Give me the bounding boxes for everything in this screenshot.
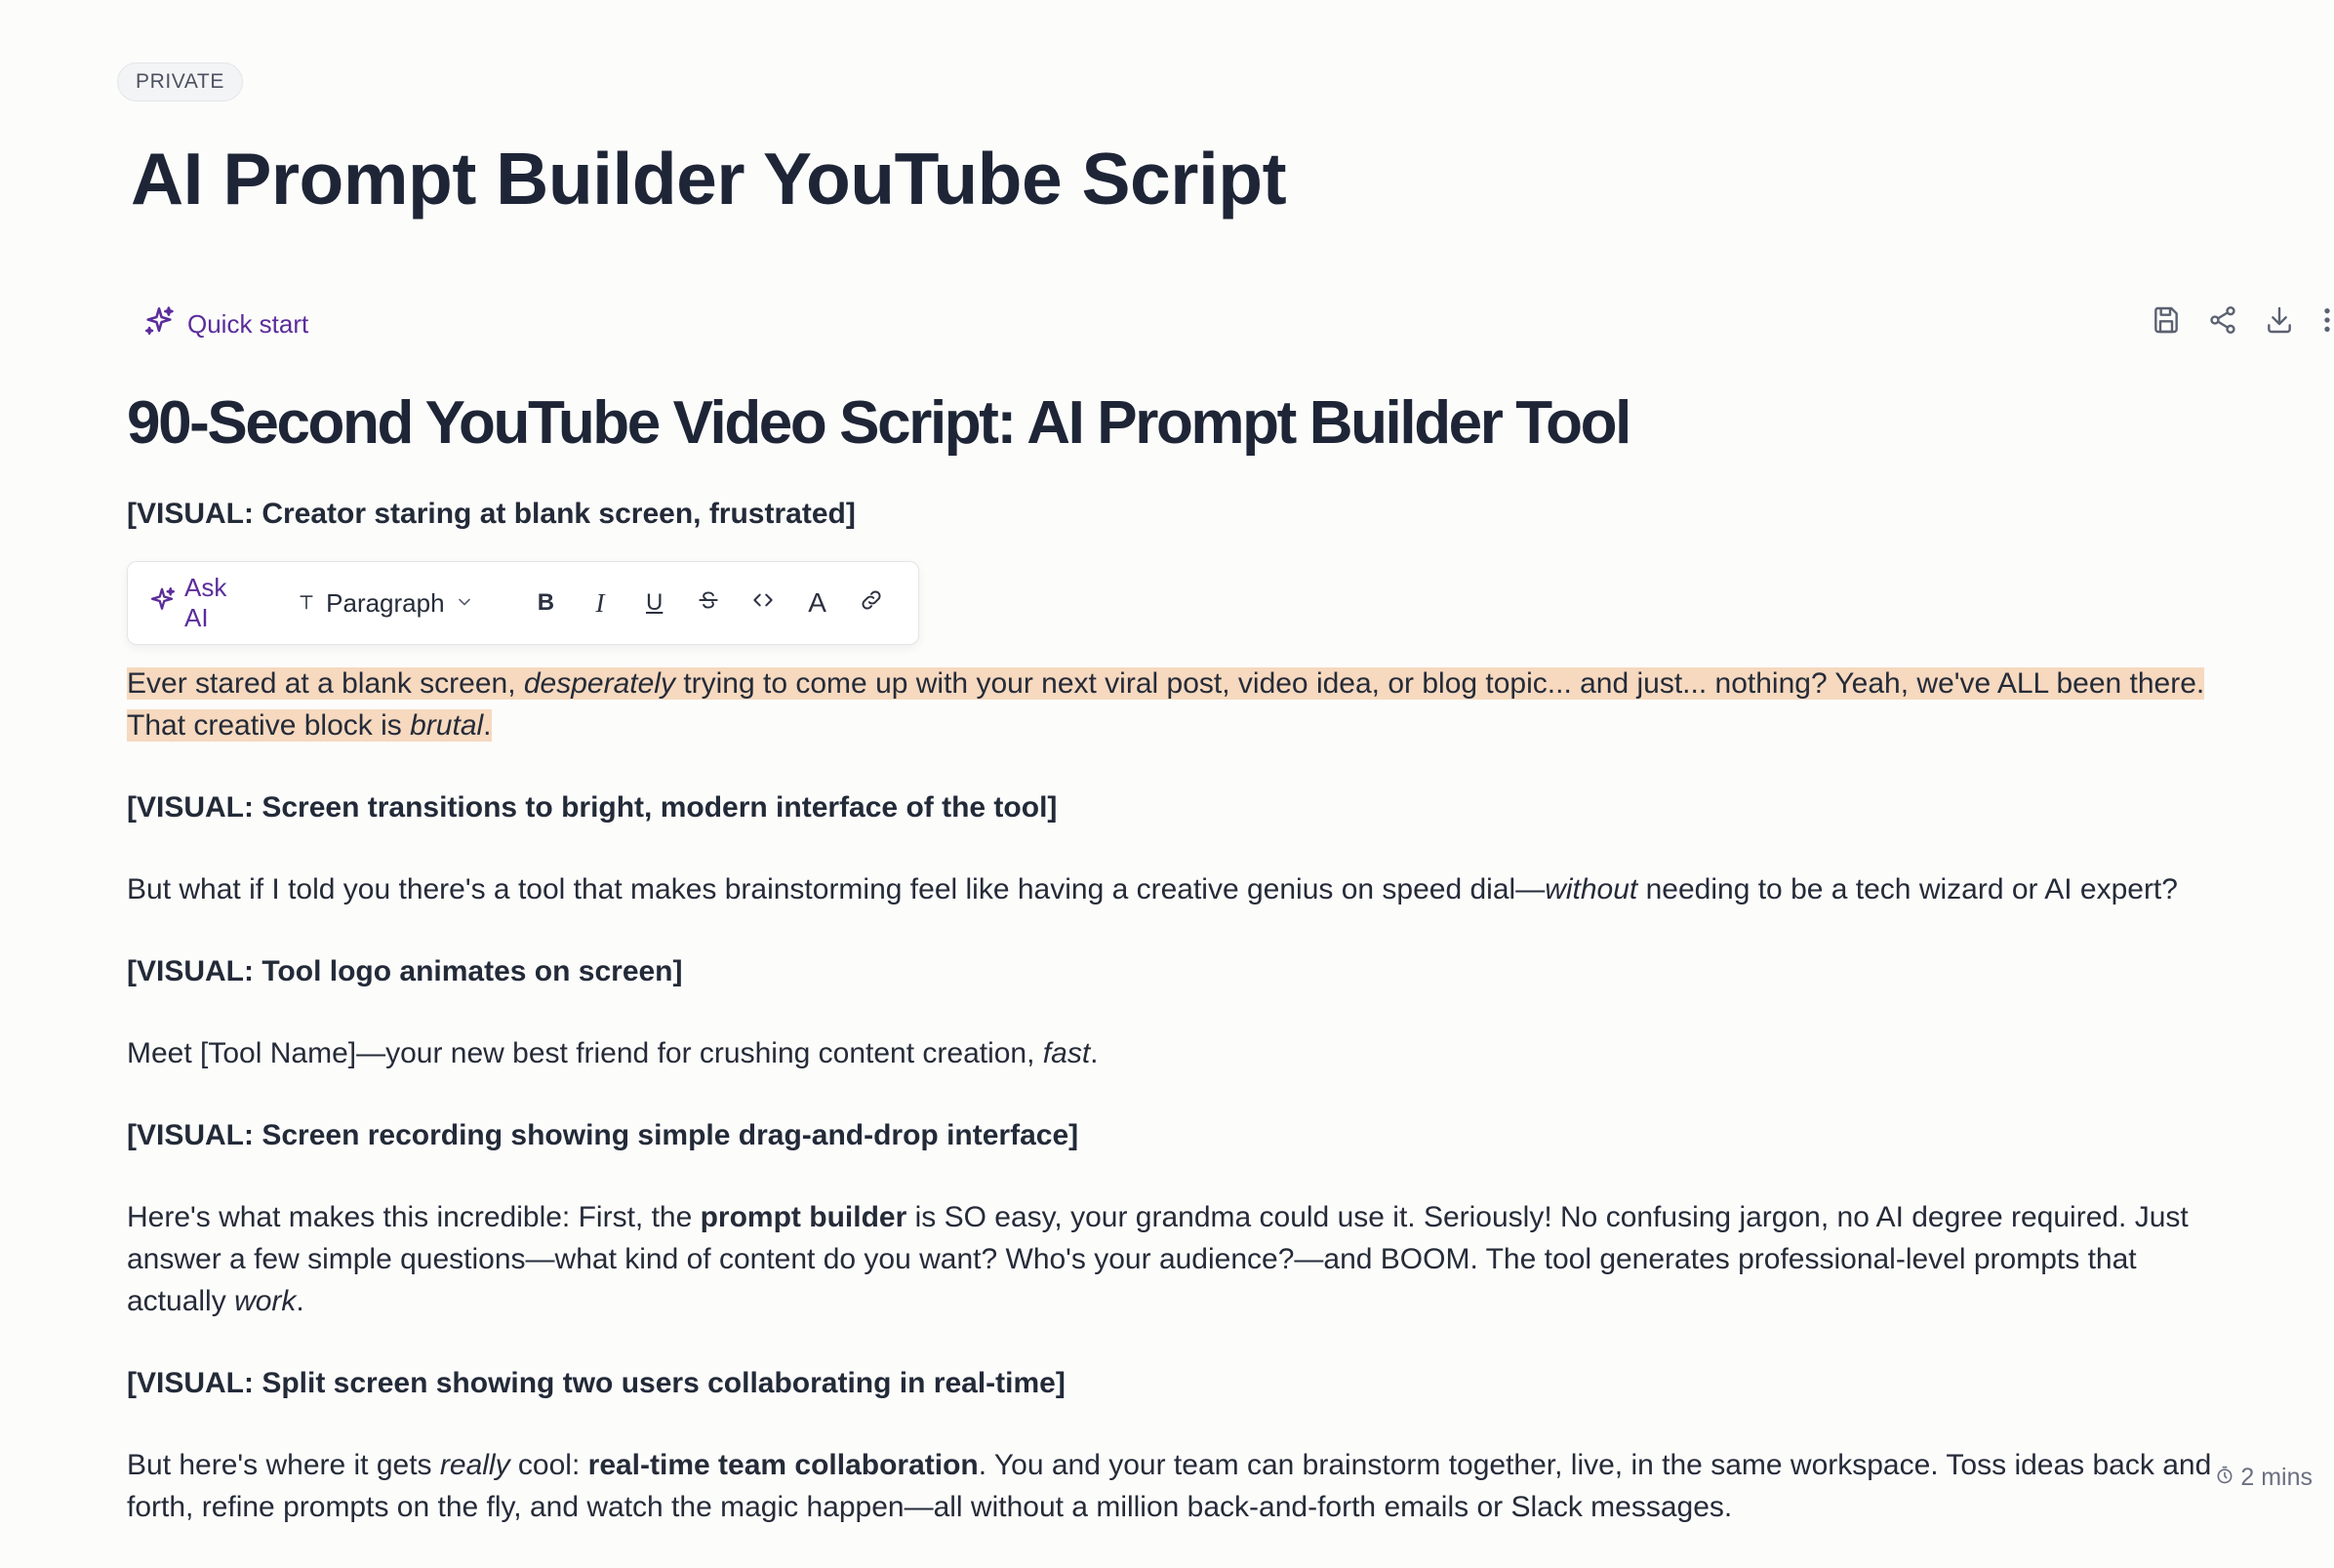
sparkle-icon xyxy=(147,585,177,622)
ask-ai-label: Ask AI xyxy=(184,573,227,632)
chevron-down-icon xyxy=(455,588,474,619)
strikethrough-icon xyxy=(696,587,721,620)
selected-paragraph[interactable]: Ever stared at a blank screen, desperate… xyxy=(127,663,2225,746)
sparkle-icon xyxy=(142,304,176,344)
document-title[interactable]: AI Prompt Builder YouTube Script xyxy=(131,137,1287,221)
visual-direction: [VISUAL: Split screen showing two users … xyxy=(127,1367,1066,1399)
text-color-icon: A xyxy=(808,587,826,618)
text-run: But here's where it gets xyxy=(127,1449,440,1481)
text-run: Ever stared at a blank screen, xyxy=(127,667,524,700)
text-run: . xyxy=(1090,1037,1099,1069)
italic-text: brutal xyxy=(410,709,484,742)
bold-text: prompt builder xyxy=(700,1201,907,1233)
text-run: cool: xyxy=(509,1449,588,1481)
italic-icon: I xyxy=(595,587,605,618)
paragraph-style-dropdown[interactable]: Paragraph xyxy=(297,588,473,619)
italic-button[interactable]: I xyxy=(573,579,627,627)
visual-direction: [VISUAL: Screen recording showing simple… xyxy=(127,1119,1079,1151)
link-icon xyxy=(859,587,884,620)
read-time-indicator: 2 mins xyxy=(2215,1464,2313,1492)
italic-text: work xyxy=(234,1285,297,1317)
text-run: . xyxy=(483,709,492,742)
quick-start-button[interactable]: Quick start xyxy=(142,304,308,344)
link-button[interactable] xyxy=(844,579,899,627)
script-paragraph[interactable]: Here's what makes this incredible: First… xyxy=(127,1196,2225,1322)
private-badge: PRIVATE xyxy=(117,62,243,101)
bold-text: real-time team collaboration xyxy=(587,1449,979,1481)
code-icon xyxy=(750,587,776,620)
code-button[interactable] xyxy=(736,579,790,627)
text-run: Here's what makes this incredible: First… xyxy=(127,1201,701,1233)
formatting-toolbar: Ask AI Paragraph B I U A xyxy=(127,561,919,645)
text-run: needing to be a tech wizard or AI expert… xyxy=(1637,873,2178,905)
italic-text: fast xyxy=(1042,1037,1091,1069)
paragraph-style-label: Paragraph xyxy=(326,587,445,618)
text-run: But what if I told you there's a tool th… xyxy=(127,873,1546,905)
italic-text: without xyxy=(1545,873,1638,905)
ask-ai-button[interactable]: Ask AI xyxy=(147,573,252,633)
read-time-label: 2 mins xyxy=(2240,1464,2313,1491)
script-heading: 90-Second YouTube Video Script: AI Promp… xyxy=(127,389,1631,457)
more-options-icon[interactable] xyxy=(2320,304,2334,336)
share-icon[interactable] xyxy=(2207,304,2238,336)
visual-direction: [VISUAL: Screen transitions to bright, m… xyxy=(127,791,1058,824)
strikethrough-button[interactable] xyxy=(681,579,736,627)
italic-text: desperately xyxy=(523,667,675,700)
text-run: . xyxy=(296,1285,304,1317)
visual-direction: [VISUAL: Creator staring at blank screen… xyxy=(127,498,856,530)
download-icon[interactable] xyxy=(2264,304,2295,336)
floating-toolbar-wrapper: Ask AI Paragraph B I U A xyxy=(127,561,2225,645)
bold-icon: B xyxy=(537,589,555,616)
script-paragraph[interactable]: But here's where it gets really cool: re… xyxy=(127,1444,2225,1528)
script-paragraph[interactable]: But what if I told you there's a tool th… xyxy=(127,868,2225,910)
script-paragraph[interactable]: Meet [Tool Name]—your new best friend fo… xyxy=(127,1032,2225,1074)
document-actions xyxy=(2151,304,2334,336)
text-selection-highlight: Ever stared at a blank screen, desperate… xyxy=(127,667,2205,742)
text-color-button[interactable]: A xyxy=(790,579,845,627)
text-type-icon xyxy=(297,588,316,619)
italic-text: really xyxy=(439,1449,510,1481)
underline-button[interactable]: U xyxy=(627,579,682,627)
document-body[interactable]: 90-Second YouTube Video Script: AI Promp… xyxy=(127,388,2225,1568)
bold-button[interactable]: B xyxy=(519,579,574,627)
quick-start-label: Quick start xyxy=(187,309,309,339)
save-icon[interactable] xyxy=(2151,304,2182,336)
visual-direction: [VISUAL: Tool logo animates on screen] xyxy=(127,955,683,987)
timer-icon xyxy=(2215,1464,2234,1492)
text-run: Meet [Tool Name]—your new best friend fo… xyxy=(127,1037,1043,1069)
underline-icon: U xyxy=(645,589,664,616)
